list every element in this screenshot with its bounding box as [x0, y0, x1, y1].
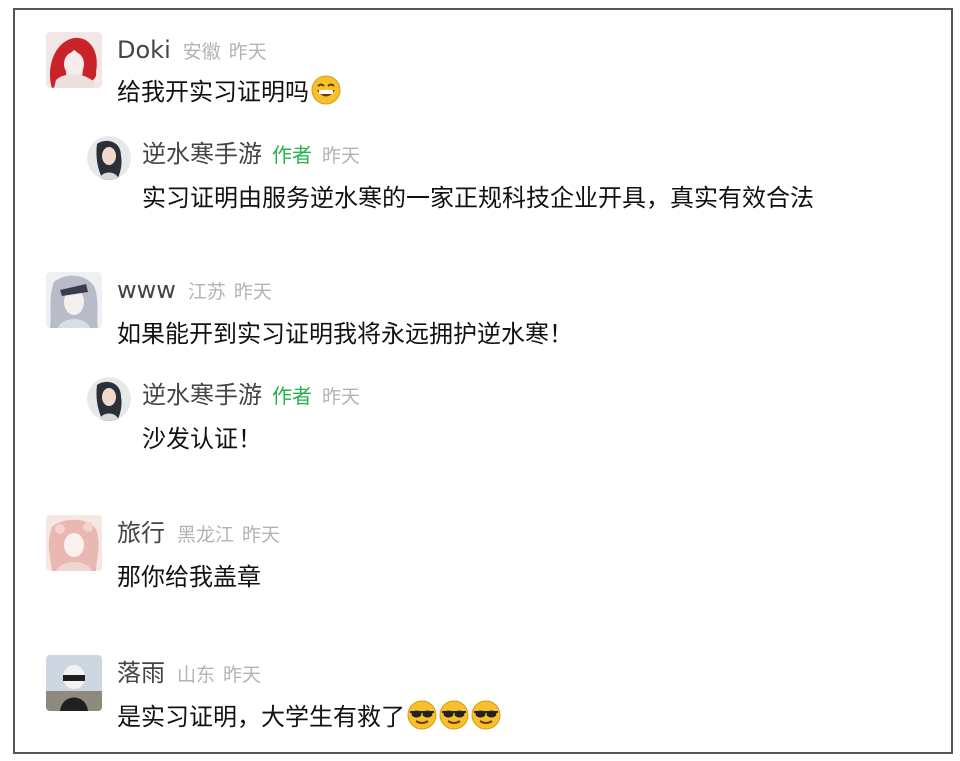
comment-text: 如果能开到实习证明我将永远拥护逆水寒！	[117, 320, 573, 348]
avatar[interactable]	[46, 655, 102, 711]
grinning-face-icon	[311, 75, 341, 115]
avatar[interactable]	[46, 32, 102, 88]
author-avatar[interactable]	[87, 377, 131, 421]
author-name[interactable]: 逆水寒手游	[142, 140, 262, 168]
username[interactable]: 落雨	[117, 659, 165, 687]
region-label: 安徽	[182, 41, 221, 63]
comment-text: 那你给我盖章	[117, 563, 261, 591]
timestamp: 昨天	[223, 664, 262, 686]
author-name[interactable]: 逆水寒手游	[142, 381, 262, 409]
timestamp: 昨天	[322, 386, 361, 408]
sunglasses-face-icon	[407, 700, 437, 740]
timestamp: 昨天	[242, 524, 281, 546]
comment-section: Doki 安徽 昨天 给我开实习证明吗 逆水寒手游 作者 昨天 实习证明由服务逆水寒的一…	[13, 8, 953, 754]
username[interactable]: Doki	[117, 36, 171, 64]
reply-text: 实习证明由服务逆水寒的一家正规科技企业开具，真实有效合法	[142, 184, 814, 212]
avatar[interactable]	[46, 272, 102, 328]
timestamp: 昨天	[233, 281, 272, 303]
region-label: 山东	[177, 664, 216, 686]
username[interactable]: 旅行	[117, 519, 165, 547]
sunglasses-face-icon	[439, 700, 469, 740]
region-label: 江苏	[187, 281, 226, 303]
author-badge: 作者	[272, 384, 312, 408]
author-badge: 作者	[272, 143, 312, 167]
author-avatar[interactable]	[87, 136, 131, 180]
region-label: 黑龙江	[177, 524, 235, 546]
comment-text: 给我开实习证明吗	[117, 74, 341, 115]
comment-text: 是实习证明，大学生有救了	[117, 699, 501, 740]
timestamp: 昨天	[322, 145, 361, 167]
sunglasses-face-icon	[471, 700, 501, 740]
username[interactable]: www	[117, 276, 176, 304]
reply-text: 沙发认证！	[142, 425, 262, 453]
avatar[interactable]	[46, 515, 102, 571]
timestamp: 昨天	[228, 41, 267, 63]
